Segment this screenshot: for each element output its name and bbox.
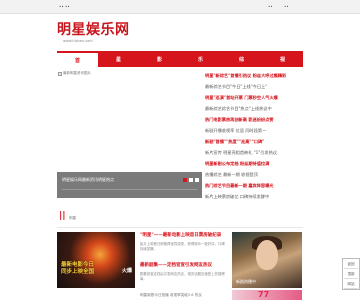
news-item[interactable]: 新片上映票房破亿 口碑持续发酵中 [205, 191, 305, 202]
poster-title-line1: 最新电影今日 [61, 262, 95, 268]
featured-news-headline[interactable]: 最新剧集——定档官宣引发网友热议 [140, 262, 228, 268]
news-item[interactable]: 明星新剧公布定档 粉丝期待值拉满 [205, 158, 305, 169]
slider-image[interactable] [57, 70, 202, 174]
featured-news-summary: 剧集官宣定档后引发网友热议，相关话题迅速登上热搜榜单。 [140, 272, 225, 281]
news-item[interactable]: 热播综艺 最新一期 收视登顶 [205, 169, 305, 180]
poster-title-line2: 同步上映全国 [61, 269, 95, 275]
featured-news: "明星"——最新电影上映首日票房破纪录 影片上映首日即取得优异成绩，获得观众一致… [140, 232, 228, 292]
site-logo[interactable]: 明星娱乐网 www.tiizhen.com [57, 22, 137, 48]
news-list: 明星"新综艺"首播引热议 粉丝大呼过瘾精彩 最新综艺节目"今日"上线"今日上" … [205, 70, 305, 202]
logo-title: 明星娱乐网 [57, 22, 130, 38]
main-nav: 首 星 影 乐 综 视 [57, 51, 303, 67]
news-item[interactable]: 热门电影票房再创新高 影迷纷纷点赞 [205, 114, 305, 125]
poster-side-text: 火爆 [121, 268, 132, 274]
back-to-top-button[interactable]: 顶部 [344, 270, 358, 279]
movie-poster[interactable]: 最新电影今日 同步上映全国 火爆 [57, 232, 135, 288]
news-item[interactable]: 明星"新综艺"首播引热议 粉丝大呼过瘾精彩 [205, 70, 305, 81]
nav-item-movies[interactable]: 影 [139, 51, 180, 67]
nav-item-video[interactable]: 视 [262, 51, 303, 67]
featured-news-headline[interactable]: "明星"——最新电影上映首日票房破纪录 [140, 232, 228, 238]
news-item[interactable]: 新片宣传 明星亮相首映礼 "1"引发热议 [205, 147, 305, 158]
news-item[interactable]: 最新综艺综艺节目"热点"上线热议中 [205, 103, 305, 114]
site-button[interactable]: 网站 [344, 280, 358, 289]
slider-dot-3[interactable] [195, 178, 199, 182]
promo-poster[interactable]: 77 [232, 290, 302, 300]
drama-poster[interactable]: 新剧热播中 [232, 232, 302, 288]
poster-caption: 新剧热播中 [236, 279, 256, 284]
slider-divider [62, 189, 197, 190]
slider-pager [183, 178, 199, 182]
slider-dot-1[interactable] [183, 178, 187, 182]
bottom-headline[interactable]: 明星新剧今日首播 收视率突破2.6 热议 [140, 293, 202, 298]
floating-side-buttons: 返回 顶部 网站 [342, 258, 360, 290]
back-button[interactable]: 返回 [344, 260, 358, 269]
news-item[interactable]: 热门综艺节目最新一期 嘉宾阵容曝光 [205, 180, 305, 191]
slider-caption-bar: 明星娱乐网最新资讯明星热点 [57, 172, 202, 198]
featured-news-summary: 影片上映首日即取得优异成绩，获得观众一致好评，口碑持续发酵。 [140, 242, 225, 251]
top-bar-right-link-1[interactable]: •• [268, 4, 273, 9]
section-title[interactable]: 明星 [69, 216, 76, 221]
section-mark: || [59, 211, 66, 221]
slider-dot-2[interactable] [189, 178, 193, 182]
news-item[interactable]: 新剧"首播""热度""走高""口碑" [205, 136, 305, 147]
news-item[interactable]: 明星"巡演"首站开票 门票秒空人气火爆 [205, 92, 305, 103]
nav-item-stars[interactable]: 星 [98, 51, 139, 67]
promo-poster-text: 77 [258, 290, 270, 299]
broken-image-icon: 最新明星资讯图片 [58, 71, 91, 76]
nav-item-music[interactable]: 乐 [180, 51, 221, 67]
top-bar-right-link-2[interactable]: •• [284, 4, 289, 9]
top-bar-left-link[interactable]: •• •• [59, 4, 70, 9]
section-header: || 明星 [57, 208, 303, 228]
nav-item-home[interactable]: 首 [57, 53, 98, 67]
slider-caption[interactable]: 明星娱乐网最新资讯明星热点 [62, 177, 114, 183]
nav-item-variety[interactable]: 综 [221, 51, 262, 67]
news-item[interactable]: 最新综艺节目"今日"上线"今日上" [205, 81, 305, 92]
slider-image-alt: 最新明星资讯图片 [63, 71, 91, 75]
poster-figure-face [256, 240, 278, 270]
news-item[interactable]: 新剧开播收视率 位居 同时段第一 [205, 125, 305, 136]
logo-url: www.tiizhen.com [63, 39, 93, 43]
top-bar: •• •• •• •• [0, 0, 360, 14]
